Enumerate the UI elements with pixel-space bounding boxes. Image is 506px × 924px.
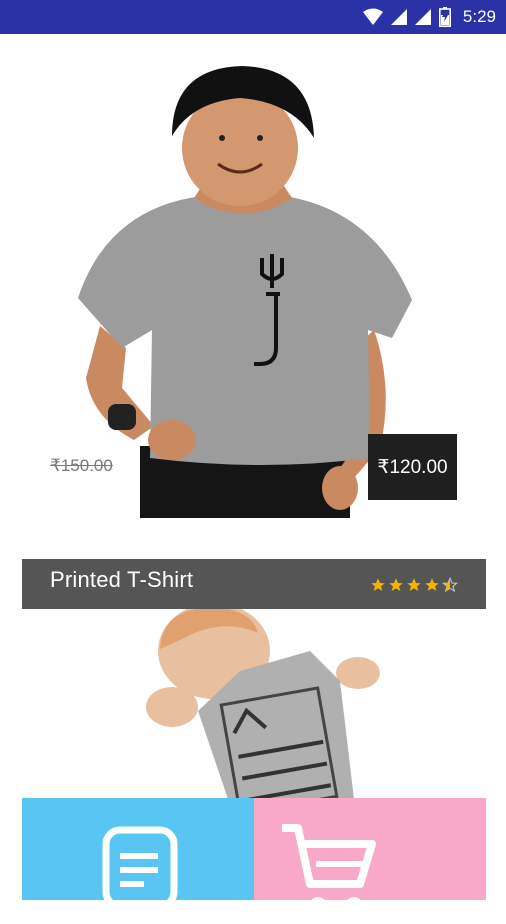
star-icon	[389, 578, 403, 591]
product-image[interactable]	[22, 609, 486, 799]
notes-button[interactable]	[22, 798, 254, 910]
star-half-icon	[442, 577, 458, 593]
rating-stars	[370, 577, 458, 593]
cart-button[interactable]	[254, 798, 486, 915]
status-time: 5:29	[462, 7, 496, 26]
new-price-tag: ₹120.00	[368, 434, 457, 500]
battery-icon	[438, 7, 451, 27]
cart-icon	[282, 824, 376, 915]
star-icon	[371, 578, 385, 591]
note-icon	[102, 826, 178, 910]
signal-icon	[414, 9, 431, 25]
old-price: ₹150.00	[50, 456, 113, 475]
product-title: Printed T-Shirt	[50, 567, 194, 592]
product-title-bar[interactable]: Printed T-Shirt	[22, 559, 486, 609]
signal-icon	[390, 9, 407, 25]
star-icon	[407, 578, 421, 591]
status-bar: 5:29	[0, 0, 506, 34]
wifi-icon	[362, 8, 383, 25]
star-icon	[425, 578, 439, 591]
product-photo-baby	[146, 609, 380, 799]
status-icons: 5:29	[362, 0, 496, 34]
